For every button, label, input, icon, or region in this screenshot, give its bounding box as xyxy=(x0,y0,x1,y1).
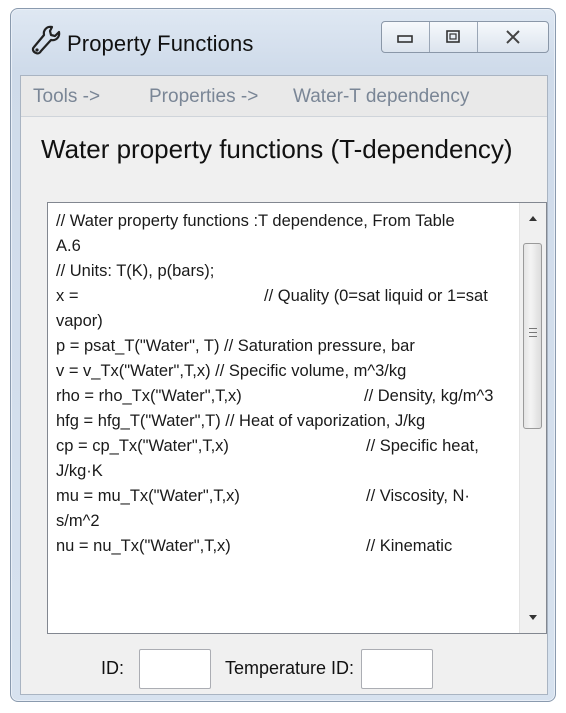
grip-line xyxy=(529,336,537,337)
arrow-down-icon xyxy=(529,615,537,620)
scroll-up-button[interactable] xyxy=(520,205,546,231)
maximize-button[interactable] xyxy=(430,22,478,52)
maximize-icon xyxy=(446,30,461,43)
code-comment: // Density, kg/m^3 xyxy=(364,387,494,405)
code-line: x = xyxy=(56,287,79,305)
breadcrumb: Tools -> Properties -> Water-T dependenc… xyxy=(21,76,547,117)
code-editor[interactable]: // Water property functions :T dependenc… xyxy=(47,202,547,634)
id-field[interactable] xyxy=(139,649,211,689)
arrow-up-icon xyxy=(529,216,537,221)
code-comment: // Viscosity, N· xyxy=(366,487,470,505)
title-bar[interactable]: Property Functions xyxy=(11,9,555,71)
code-line: A.6 xyxy=(56,237,81,255)
code-line: v = v_Tx("Water",T,x) // Specific volume… xyxy=(56,362,407,380)
id-fields-row: ID: Temperature ID: xyxy=(21,640,547,694)
code-line: s/m^2 xyxy=(56,512,100,530)
temperature-id-label: Temperature ID: xyxy=(225,658,355,678)
property-functions-window: Property Functions Tools -> Properties -… xyxy=(10,8,556,702)
code-line: vapor) xyxy=(56,312,103,330)
client-area: Tools -> Properties -> Water-T dependenc… xyxy=(20,75,548,695)
minimize-button[interactable] xyxy=(382,22,430,52)
breadcrumb-water-t-dependency[interactable]: Water-T dependency xyxy=(293,86,469,108)
scroll-thumb[interactable] xyxy=(523,243,542,429)
code-line: nu = nu_Tx("Water",T,x) xyxy=(56,537,231,555)
id-label: ID: xyxy=(101,658,125,678)
breadcrumb-tools[interactable]: Tools -> xyxy=(33,86,100,108)
window-controls xyxy=(381,21,549,53)
wrench-icon xyxy=(31,25,61,55)
grip-line xyxy=(529,328,537,329)
temperature-id-field[interactable] xyxy=(361,649,433,689)
vertical-scrollbar[interactable] xyxy=(519,203,546,633)
minimize-icon xyxy=(397,35,414,43)
code-line: J/kg·K xyxy=(56,462,103,480)
code-line: mu = mu_Tx("Water",T,x) xyxy=(56,487,240,505)
close-icon xyxy=(506,30,520,44)
code-line: p = psat_T("Water", T) // Saturation pre… xyxy=(56,337,415,355)
code-line: hfg = hfg_T("Water",T) // Heat of vapori… xyxy=(56,412,426,430)
window-title: Property Functions xyxy=(67,31,254,56)
code-comment: // Kinematic xyxy=(366,537,453,555)
code-line: // Units: T(K), p(bars); xyxy=(56,262,215,280)
code-comment: // Specific heat, xyxy=(366,437,479,455)
code-line: rho = rho_Tx("Water",T,x) xyxy=(56,387,242,405)
code-comment: // Quality (0=sat liquid or 1=sat xyxy=(264,287,488,305)
grip-line xyxy=(529,332,537,333)
close-button[interactable] xyxy=(478,22,548,52)
page-title: Water property functions (T-dependency) xyxy=(41,134,513,164)
code-line: // Water property functions :T dependenc… xyxy=(56,212,455,230)
scroll-down-button[interactable] xyxy=(520,605,546,631)
code-line: cp = cp_Tx("Water",T,x) xyxy=(56,437,229,455)
breadcrumb-properties[interactable]: Properties -> xyxy=(149,86,258,108)
